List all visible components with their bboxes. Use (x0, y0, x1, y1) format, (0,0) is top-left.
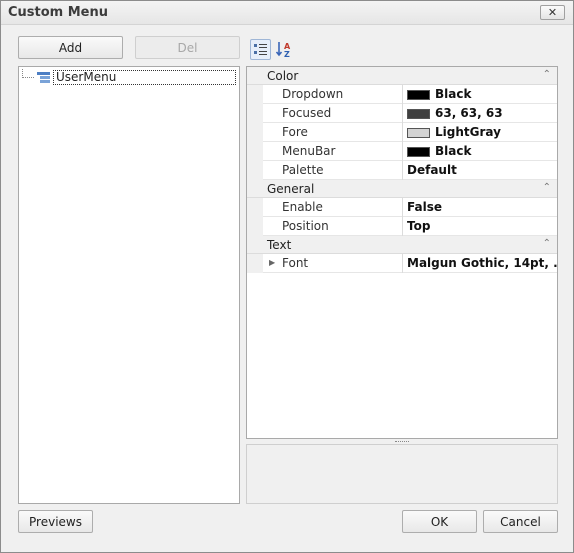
property-name: Font (263, 254, 403, 273)
property-value[interactable]: Malgun Gothic, 14pt, ... (404, 254, 557, 273)
property-row-dropdown[interactable]: Dropdown Black (247, 85, 557, 104)
row-gutter (247, 123, 263, 142)
category-label: General (267, 182, 315, 196)
property-value[interactable]: Top (404, 217, 557, 236)
property-value-text: False (407, 200, 442, 214)
row-gutter (247, 161, 263, 180)
close-icon: ✕ (547, 6, 558, 19)
property-value[interactable]: Default (404, 161, 557, 180)
category-label: Color (267, 69, 299, 83)
property-value-text: Default (407, 163, 457, 177)
property-name: Palette (263, 161, 403, 180)
property-value-text: Black (435, 87, 472, 101)
property-row-font[interactable]: ▶ Font Malgun Gothic, 14pt, ... (247, 254, 557, 273)
property-value-text: 63, 63, 63 (435, 106, 503, 120)
property-value-text: Malgun Gothic, 14pt, ... (407, 256, 557, 270)
tree-connector (22, 68, 34, 78)
property-row-fore[interactable]: Fore LightGray (247, 123, 557, 142)
custom-menu-dialog: Custom Menu ✕ Add Del A Z UserMenu Color… (0, 0, 574, 553)
property-value-text: Top (407, 219, 431, 233)
property-value[interactable]: LightGray (404, 123, 557, 142)
row-gutter (247, 217, 263, 236)
property-name: Focused (263, 104, 403, 123)
color-swatch (407, 146, 430, 157)
property-grid: Color ⌃ Dropdown Black Focused 63, 63, 6… (246, 66, 558, 439)
property-name: Enable (263, 198, 403, 217)
property-name: Position (263, 217, 403, 236)
property-row-focused[interactable]: Focused 63, 63, 63 (247, 104, 557, 123)
category-label: Text (267, 238, 292, 252)
sort-alphabetical-icon[interactable]: A Z (274, 39, 295, 60)
title-bar: Custom Menu ✕ (1, 1, 573, 25)
property-row-menubar[interactable]: MenuBar Black (247, 142, 557, 161)
window-title: Custom Menu (8, 5, 109, 20)
tree-node-usermenu[interactable]: UserMenu (22, 68, 236, 85)
property-row-enable[interactable]: Enable False (247, 198, 557, 217)
categorized-icon[interactable] (250, 39, 271, 60)
property-value[interactable]: 63, 63, 63 (404, 104, 557, 123)
property-name: MenuBar (263, 142, 403, 161)
chevron-up-icon[interactable]: ⌃ (543, 182, 551, 193)
previews-button[interactable]: Previews (18, 510, 93, 533)
description-panel (246, 444, 558, 504)
close-button[interactable]: ✕ (540, 5, 565, 20)
menu-icon (36, 71, 51, 83)
cancel-button[interactable]: Cancel (483, 510, 558, 533)
add-button[interactable]: Add (18, 36, 123, 59)
property-value-text: LightGray (435, 125, 501, 139)
category-text[interactable]: Text ⌃ (247, 236, 557, 254)
property-row-position[interactable]: Position Top (247, 217, 557, 236)
category-color[interactable]: Color ⌃ (247, 67, 557, 85)
property-name: Dropdown (263, 85, 403, 104)
row-gutter (247, 142, 263, 161)
grid-toolbar: A Z (250, 39, 295, 60)
row-gutter (247, 198, 263, 217)
property-value-text: Black (435, 144, 472, 158)
row-gutter (247, 104, 263, 123)
del-button[interactable]: Del (135, 36, 240, 59)
property-name: Fore (263, 123, 403, 142)
svg-text:Z: Z (284, 50, 290, 58)
menu-tree[interactable]: UserMenu (18, 66, 240, 504)
row-gutter (247, 85, 263, 104)
property-row-palette[interactable]: Palette Default (247, 161, 557, 180)
row-gutter (247, 254, 263, 273)
property-value[interactable]: Black (404, 85, 557, 104)
color-swatch (407, 108, 430, 119)
color-swatch (407, 127, 430, 138)
ok-button[interactable]: OK (402, 510, 477, 533)
property-value[interactable]: Black (404, 142, 557, 161)
tree-node-label: UserMenu (53, 69, 236, 85)
category-general[interactable]: General ⌃ (247, 180, 557, 198)
chevron-up-icon[interactable]: ⌃ (543, 69, 551, 80)
chevron-up-icon[interactable]: ⌃ (543, 238, 551, 249)
property-value[interactable]: False (404, 198, 557, 217)
color-swatch (407, 89, 430, 100)
